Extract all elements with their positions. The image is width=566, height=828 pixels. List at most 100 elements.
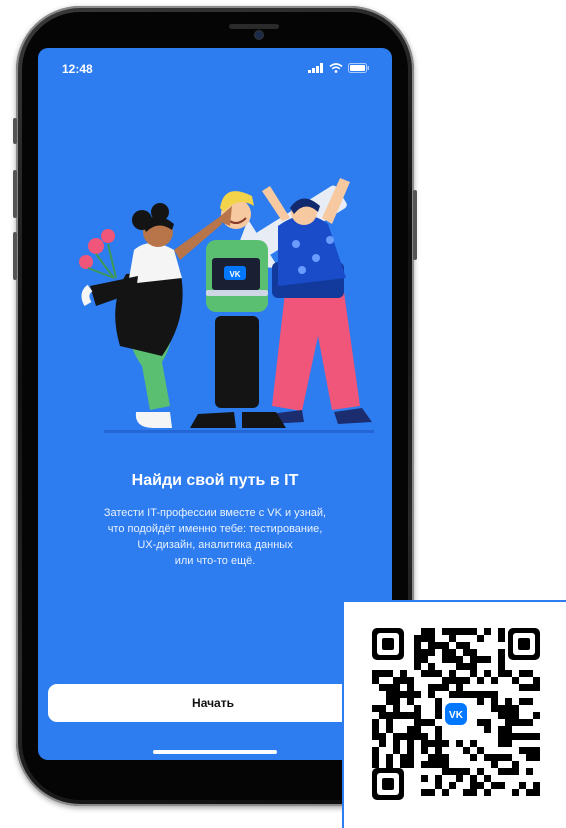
qr-module [498,628,505,635]
qr-module [421,635,428,642]
qr-module [491,691,498,698]
qr-module [463,677,470,684]
qr-module [421,740,428,747]
qr-module [470,649,477,656]
qr-module [512,712,519,719]
qr-module [414,719,421,726]
qr-module [379,684,386,691]
qr-module [386,726,393,733]
qr-module [421,656,428,663]
qr-module [484,775,491,782]
svg-text:VK: VK [229,270,240,279]
person-left [79,203,232,428]
qr-module [421,670,428,677]
qr-center-label: VK [449,710,464,721]
qr-module [421,649,428,656]
qr-module [470,670,477,677]
qr-module [498,656,505,663]
team-illustration: VK [79,178,374,433]
qr-module [421,775,428,782]
qr-module [533,747,540,754]
power-button [413,190,417,260]
qr-module [505,705,512,712]
qr-module [484,691,491,698]
qr-code[interactable]: VK [372,628,540,800]
qr-module [428,789,435,796]
qr-module [484,628,491,635]
qr-module [463,642,470,649]
qr-module [428,761,435,768]
qr-module [498,733,505,740]
qr-card: VK [342,600,566,828]
qr-module [407,733,414,740]
qr-module [519,670,526,677]
qr-module [456,768,463,775]
qr-module [414,635,421,642]
qr-module [456,656,463,663]
qr-module [421,733,428,740]
qr-module [400,733,407,740]
qr-module [449,628,456,635]
qr-module [491,705,498,712]
qr-module [428,663,435,670]
qr-module [435,740,442,747]
front-camera [255,31,263,39]
qr-module [505,712,512,719]
start-button[interactable]: Начать [48,684,378,722]
qr-module [435,712,442,719]
qr-module [442,684,449,691]
qr-module [477,635,484,642]
qr-module [526,698,533,705]
qr-module [484,726,491,733]
qr-module [470,782,477,789]
qr-module [519,684,526,691]
qr-module [498,712,505,719]
qr-module [484,754,491,761]
qr-module [407,698,414,705]
qr-module [512,761,519,768]
qr-module [512,733,519,740]
qr-module [491,698,498,705]
qr-module [407,712,414,719]
qr-module [533,782,540,789]
qr-module [442,677,449,684]
qr-module [463,663,470,670]
qr-module [477,656,484,663]
qr-module [533,789,540,796]
qr-module [484,670,491,677]
qr-module [512,677,519,684]
qr-module [526,754,533,761]
qr-module [393,705,400,712]
qr-module [484,789,491,796]
qr-module [421,719,428,726]
qr-module [400,670,407,677]
qr-module [449,649,456,656]
qr-module [435,726,442,733]
qr-module [435,670,442,677]
qr-module [484,719,491,726]
qr-module [505,719,512,726]
qr-module [498,705,505,712]
qr-module [386,684,393,691]
qr-module [456,642,463,649]
qr-module [442,628,449,635]
qr-module [372,670,379,677]
qr-module [386,761,393,768]
qr-module [477,691,484,698]
qr-module [421,747,428,754]
qr-module [372,726,379,733]
qr-module [526,684,533,691]
qr-module [470,656,477,663]
qr-module [519,719,526,726]
qr-module [477,747,484,754]
qr-module [442,761,449,768]
qr-module [498,670,505,677]
home-indicator[interactable] [153,750,277,754]
qr-module [442,754,449,761]
qr-module [407,761,414,768]
qr-module [386,719,393,726]
qr-module [449,782,456,789]
qr-module [442,789,449,796]
qr-module [428,642,435,649]
qr-module [533,684,540,691]
